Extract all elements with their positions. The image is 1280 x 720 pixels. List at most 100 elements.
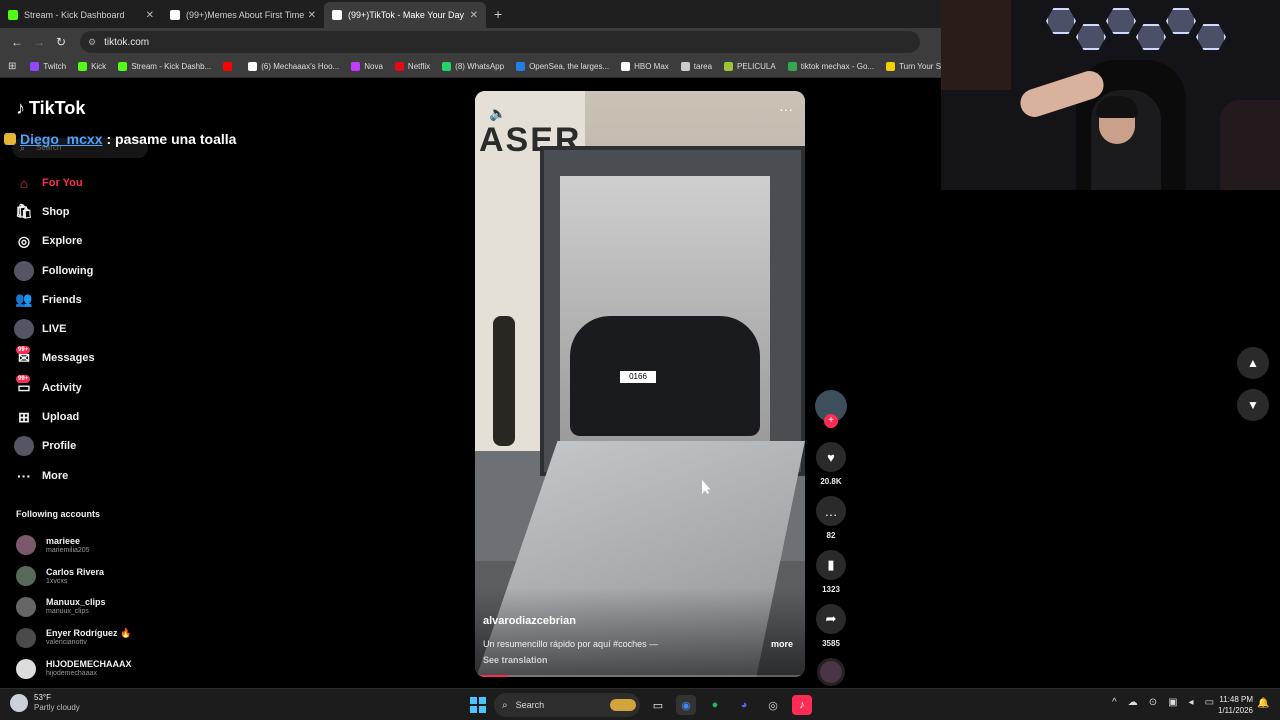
obs-icon[interactable]: ◎	[763, 695, 783, 715]
video-progress-bar[interactable]	[475, 675, 805, 677]
bookmark-favicon-icon	[223, 62, 233, 71]
video-options-icon[interactable]: ···	[779, 101, 793, 117]
reload-icon[interactable]: ↻	[50, 35, 72, 49]
bookmark-item[interactable]: Nova	[351, 62, 383, 71]
heart-icon[interactable]: ♥	[816, 442, 846, 472]
following-account[interactable]: Carlos Rivera 1xvcxs	[16, 561, 156, 592]
tiktok-app-icon[interactable]: ♪	[792, 695, 812, 715]
comment-icon[interactable]: …	[816, 496, 846, 526]
file-explorer-icon[interactable]: ▭	[648, 695, 668, 715]
tray-overflow-icon[interactable]: ^	[1112, 697, 1117, 708]
like-action[interactable]: ♥ 20.8K	[815, 442, 847, 486]
comment-action[interactable]: … 82	[815, 496, 847, 540]
following-account[interactable]: marieee mariemilia205	[16, 530, 156, 561]
sidebar-item-following[interactable]: Following	[14, 256, 164, 285]
volume-icon[interactable]: 🔈	[489, 105, 506, 122]
save-count: 1323	[822, 585, 840, 594]
volume-icon[interactable]: ◂	[1189, 697, 1194, 708]
microphone-icon[interactable]: ⊙	[1149, 697, 1157, 708]
browser-tab[interactable]: Stream - Kick Dashboard ✕	[0, 2, 162, 28]
bookmark-item[interactable]: (8) WhatsApp	[442, 62, 504, 71]
chrome-icon[interactable]: ◉	[676, 695, 696, 715]
bookmark-item[interactable]: OpenSea, the larges...	[516, 62, 609, 71]
site-info-icon[interactable]: ⚙	[88, 37, 96, 48]
bookmark-item[interactable]: Kick	[78, 62, 106, 71]
following-account[interactable]: HIJODEMECHAAAX hijodemechaaax	[16, 653, 156, 684]
bookmark-item[interactable]: tiktok mechax - Go...	[787, 62, 874, 71]
following-account[interactable]: Enyer Rodríguez 🔥 valencianottv	[16, 622, 156, 653]
video-player[interactable]: ASER 0166 🔈 ··· alvarodiazcebrian Un res…	[475, 91, 805, 677]
onedrive-icon[interactable]: ☁	[1128, 697, 1138, 708]
url-field[interactable]: ⚙ tiktok.com	[80, 31, 920, 53]
sidebar-item-messages[interactable]: ✉ 99+ Messages	[14, 344, 164, 373]
notification-bell-icon[interactable]: 🔔	[1257, 698, 1269, 709]
weather-widget[interactable]: 53°F Partly cloudy	[10, 693, 80, 713]
sidebar-item-friends[interactable]: 👥 Friends	[14, 285, 164, 314]
sidebar-item-shop[interactable]: 🛍 Shop	[14, 197, 164, 226]
bookmark-item[interactable]: Netflix	[394, 62, 430, 71]
bookmark-item[interactable]: PELICULA	[724, 62, 776, 71]
video-author[interactable]: alvarodiazcebrian	[483, 615, 576, 627]
comment-count: 82	[826, 531, 836, 540]
sidebar-item-label: For You	[42, 176, 83, 189]
bookmark-item[interactable]: tarea	[680, 62, 713, 71]
account-text: HIJODEMECHAAAX hijodemechaaax	[46, 659, 132, 678]
forward-icon[interactable]: →	[28, 35, 50, 49]
sidebar-item-label: Activity	[42, 381, 82, 394]
bookmark-item[interactable]: Turn Your S	[886, 62, 941, 71]
new-tab-icon[interactable]: +	[494, 6, 502, 22]
tab-close-icon[interactable]: ✕	[146, 10, 154, 21]
cam-light-hex	[1076, 24, 1106, 50]
network-icon[interactable]: ▣	[1168, 697, 1177, 708]
sidebar-item-live[interactable]: LIVE	[14, 314, 164, 343]
video-scene-car	[570, 316, 760, 436]
sidebar-item-upload[interactable]: ⊞ Upload	[14, 402, 164, 431]
bookmark-label: Kick	[91, 62, 107, 71]
previous-video-button[interactable]: ▲	[1237, 347, 1269, 379]
spotify-icon[interactable]: ●	[705, 695, 725, 715]
following-account[interactable]: Manuux_clips manuux_clips	[16, 592, 156, 623]
bookmark-item[interactable]: Twitch	[30, 62, 66, 71]
bookmark-item[interactable]: Stream - Kick Dashb...	[118, 62, 211, 71]
save-action[interactable]: ▮ 1323	[815, 550, 847, 594]
avatar	[16, 596, 36, 617]
apps-icon[interactable]: ⊞	[8, 61, 16, 72]
follow-plus-icon[interactable]: +	[824, 414, 838, 428]
sidebar-item-activity[interactable]: ▭ 99+ Activity	[14, 373, 164, 402]
browser-tab[interactable]: (99+)TikTok - Make Your Day ✕	[324, 2, 486, 28]
start-button[interactable]	[470, 697, 486, 713]
bookmark-item[interactable]: HBO Max	[621, 62, 669, 71]
tab-title: (99+)Memes About First Time I	[186, 10, 304, 20]
upload-icon: ⊞	[18, 408, 30, 425]
bookmark-label: tarea	[693, 62, 713, 71]
tab-close-icon[interactable]: ✕	[470, 10, 478, 21]
weather-icon	[10, 694, 28, 712]
weather-desc: Partly cloudy	[34, 703, 80, 712]
sidebar-item-more[interactable]: ··· More	[14, 461, 164, 490]
share-icon[interactable]: ➦	[816, 604, 846, 634]
creator-avatar[interactable]: +	[815, 390, 847, 428]
bookmark-favicon-icon	[351, 62, 361, 71]
bookmark-icon[interactable]: ▮	[816, 550, 846, 580]
nav-avatar	[14, 436, 34, 457]
bookmark-item[interactable]	[223, 62, 236, 71]
back-icon[interactable]: ←	[6, 35, 28, 49]
caption-more-button[interactable]: more	[771, 639, 793, 649]
see-translation-link[interactable]: See translation	[483, 655, 548, 665]
bookmark-label: PELICULA	[737, 62, 776, 71]
sidebar-item-explore[interactable]: ◎ Explore	[14, 227, 164, 256]
taskbar-search[interactable]: ⌕ Search	[494, 693, 640, 717]
next-video-button[interactable]: ▼	[1237, 389, 1269, 421]
bookmark-item[interactable]: (6) Mechaaax's Hoo...	[248, 62, 339, 71]
bookmark-label: Nova	[364, 62, 383, 71]
sidebar-item-profile[interactable]: Profile	[14, 432, 164, 461]
weather-temp: 53°F	[34, 693, 51, 702]
tab-close-icon[interactable]: ✕	[308, 10, 316, 21]
browser-tab[interactable]: (99+)Memes About First Time I ✕	[162, 2, 324, 28]
sidebar-item-for-you[interactable]: ⌂ For You	[14, 168, 164, 197]
share-action[interactable]: ➦ 3585	[815, 604, 847, 648]
taskbar-clock[interactable]: 11:48 PM 1/11/2026	[1205, 694, 1253, 716]
tiktok-logo[interactable]: ♪ TikTok	[16, 98, 85, 119]
music-disc-icon[interactable]	[817, 658, 845, 686]
discord-icon[interactable]: ◕	[734, 695, 754, 715]
